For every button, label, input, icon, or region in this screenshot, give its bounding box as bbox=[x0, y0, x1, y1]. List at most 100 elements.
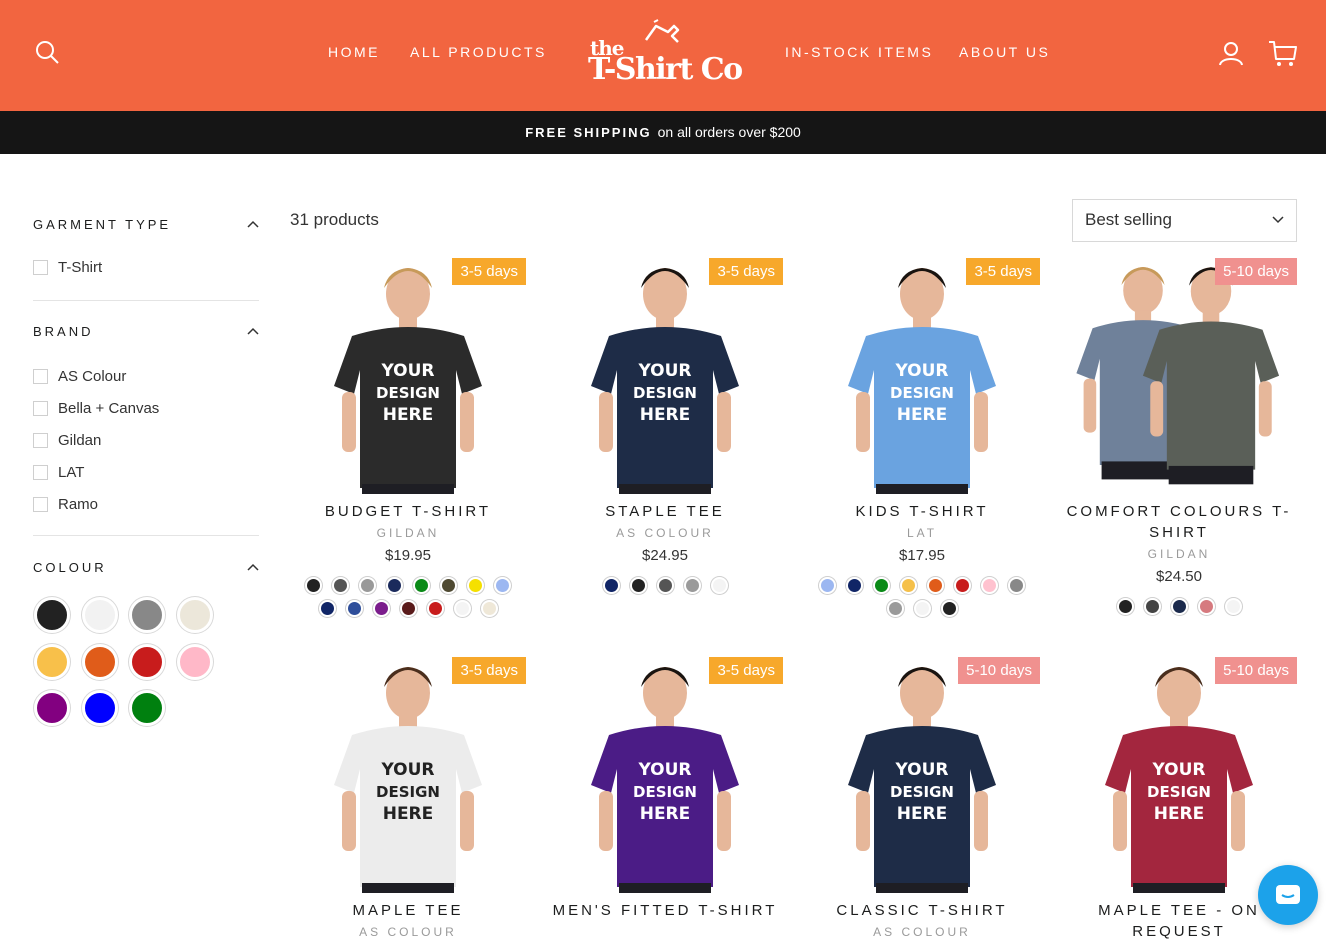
color-swatch[interactable] bbox=[710, 577, 728, 594]
color-swatch[interactable] bbox=[900, 577, 917, 594]
color-swatch[interactable] bbox=[1116, 598, 1134, 615]
product-image[interactable]: YOUR DESIGN HERE bbox=[547, 657, 783, 893]
color-swatch[interactable] bbox=[1224, 598, 1242, 615]
svg-text:DESIGN: DESIGN bbox=[890, 384, 954, 402]
color-swatch[interactable] bbox=[359, 577, 376, 594]
colour-filter-swatch[interactable] bbox=[34, 643, 70, 680]
color-swatch[interactable] bbox=[1197, 598, 1215, 615]
color-swatch[interactable] bbox=[440, 577, 457, 594]
color-swatch[interactable] bbox=[602, 577, 620, 594]
color-swatch[interactable] bbox=[1008, 577, 1025, 594]
color-swatch[interactable] bbox=[467, 577, 484, 594]
color-swatch[interactable] bbox=[480, 600, 498, 617]
product-image[interactable]: YOUR DESIGN HERE bbox=[804, 657, 1040, 893]
colour-filter-swatch[interactable] bbox=[129, 690, 165, 726]
color-swatch[interactable] bbox=[426, 600, 444, 617]
color-swatch[interactable] bbox=[399, 600, 417, 617]
color-swatch[interactable] bbox=[1170, 598, 1188, 615]
account-icon[interactable] bbox=[1218, 40, 1244, 66]
product-title[interactable]: MEN'S FITTED T-SHIRT bbox=[542, 900, 788, 921]
checkbox[interactable] bbox=[33, 400, 48, 416]
color-swatch[interactable] bbox=[1143, 598, 1161, 615]
print-design-text: YOUR DESIGN HERE bbox=[376, 361, 440, 425]
filter-garment-type-header[interactable]: GARMENT TYPE bbox=[33, 217, 259, 237]
checkbox[interactable] bbox=[33, 432, 48, 448]
print-design-text: YOUR DESIGN HERE bbox=[376, 760, 440, 824]
product-title[interactable]: BUDGET T-SHIRT bbox=[285, 501, 531, 522]
color-swatch[interactable] bbox=[453, 600, 471, 617]
filter-option-t-shirt[interactable]: T-Shirt bbox=[33, 251, 259, 283]
product-image[interactable]: YOUR DESIGN HERE bbox=[804, 258, 1040, 494]
filter-option-ramo[interactable]: Ramo bbox=[33, 488, 259, 520]
svg-text:DESIGN: DESIGN bbox=[376, 783, 440, 801]
product-title[interactable]: MAPLE TEE bbox=[285, 900, 531, 921]
product-image[interactable]: YOUR DESIGN HERE bbox=[1061, 657, 1297, 893]
print-design-text: YOUR DESIGN HERE bbox=[890, 361, 954, 425]
cart-icon[interactable] bbox=[1268, 39, 1298, 67]
color-swatch[interactable] bbox=[372, 600, 390, 617]
print-design-text: YOUR DESIGN HERE bbox=[1147, 760, 1211, 824]
colour-filter-swatch[interactable] bbox=[129, 597, 165, 633]
color-swatch[interactable] bbox=[940, 600, 958, 617]
divider bbox=[33, 300, 259, 301]
color-swatch[interactable] bbox=[873, 577, 890, 594]
checkbox[interactable] bbox=[33, 368, 48, 384]
checkbox[interactable] bbox=[33, 259, 48, 275]
product-title[interactable]: STAPLE TEE bbox=[542, 501, 788, 522]
color-swatch[interactable] bbox=[305, 577, 322, 594]
nav-home[interactable]: HOME bbox=[328, 44, 380, 60]
colour-filter-swatch[interactable] bbox=[81, 690, 118, 726]
product-title[interactable]: CLASSIC T-SHIRT bbox=[799, 900, 1045, 921]
nav-in-stock[interactable]: IN-STOCK ITEMS bbox=[785, 44, 933, 60]
product-image[interactable]: YOUR DESIGN HERE bbox=[290, 258, 526, 494]
colour-filter-swatch[interactable] bbox=[176, 597, 213, 633]
color-swatch[interactable] bbox=[413, 577, 430, 594]
colour-filter-swatch[interactable] bbox=[81, 643, 118, 680]
product-image[interactable]: YOUR DESIGN HERE bbox=[547, 258, 783, 494]
product-title[interactable]: KIDS T-SHIRT bbox=[799, 501, 1045, 522]
color-swatch[interactable] bbox=[332, 577, 349, 594]
nav-about[interactable]: ABOUT US bbox=[959, 44, 1050, 60]
color-swatch[interactable] bbox=[819, 577, 836, 594]
svg-text:YOUR: YOUR bbox=[894, 760, 948, 780]
filter-colour-header[interactable]: COLOUR bbox=[33, 560, 259, 580]
filter-option-lat[interactable]: LAT bbox=[33, 456, 259, 488]
sort-select[interactable]: Best selling bbox=[1072, 199, 1297, 242]
color-swatch[interactable] bbox=[981, 577, 998, 594]
colour-filter-swatch[interactable] bbox=[34, 597, 70, 633]
color-swatch[interactable] bbox=[629, 577, 647, 594]
search-icon[interactable] bbox=[34, 39, 60, 65]
color-swatch[interactable] bbox=[345, 600, 363, 617]
colour-filter-swatch[interactable] bbox=[176, 643, 213, 680]
colour-filter-swatch[interactable] bbox=[129, 643, 165, 680]
color-swatch[interactable] bbox=[386, 577, 403, 594]
svg-text:DESIGN: DESIGN bbox=[1147, 783, 1211, 801]
chat-button[interactable] bbox=[1258, 865, 1318, 925]
filter-option-gildan[interactable]: Gildan bbox=[33, 424, 259, 456]
colour-filter-swatch[interactable] bbox=[81, 597, 118, 633]
product-image[interactable]: YOUR DESIGN HERE bbox=[290, 657, 526, 893]
color-swatch[interactable] bbox=[494, 577, 511, 594]
color-swatch[interactable] bbox=[656, 577, 674, 594]
filter-option-as-colour[interactable]: AS Colour bbox=[33, 360, 259, 392]
color-swatch[interactable] bbox=[913, 600, 931, 617]
color-swatch[interactable] bbox=[683, 577, 701, 594]
lead-time-badge: 5-10 days bbox=[958, 657, 1040, 684]
color-swatch[interactable] bbox=[954, 577, 971, 594]
checkbox[interactable] bbox=[33, 496, 48, 512]
chevron-down-icon bbox=[1272, 216, 1284, 224]
filter-brand-header[interactable]: BRAND bbox=[33, 324, 259, 344]
colour-filter-swatch[interactable] bbox=[34, 690, 70, 726]
checkbox[interactable] bbox=[33, 464, 48, 480]
site-logo[interactable]: the T-Shirt Co bbox=[586, 18, 746, 88]
nav-all-products[interactable]: ALL PRODUCTS bbox=[410, 44, 547, 60]
lead-time-badge: 3-5 days bbox=[966, 258, 1040, 285]
product-image[interactable] bbox=[1061, 258, 1297, 494]
color-swatch[interactable] bbox=[886, 600, 904, 617]
svg-text:DESIGN: DESIGN bbox=[633, 384, 697, 402]
filter-option-bella-canvas[interactable]: Bella + Canvas bbox=[33, 392, 259, 424]
product-title[interactable]: COMFORT COLOURS T-SHIRT bbox=[1056, 501, 1302, 543]
color-swatch[interactable] bbox=[846, 577, 863, 594]
color-swatch[interactable] bbox=[927, 577, 944, 594]
color-swatch[interactable] bbox=[318, 600, 336, 617]
